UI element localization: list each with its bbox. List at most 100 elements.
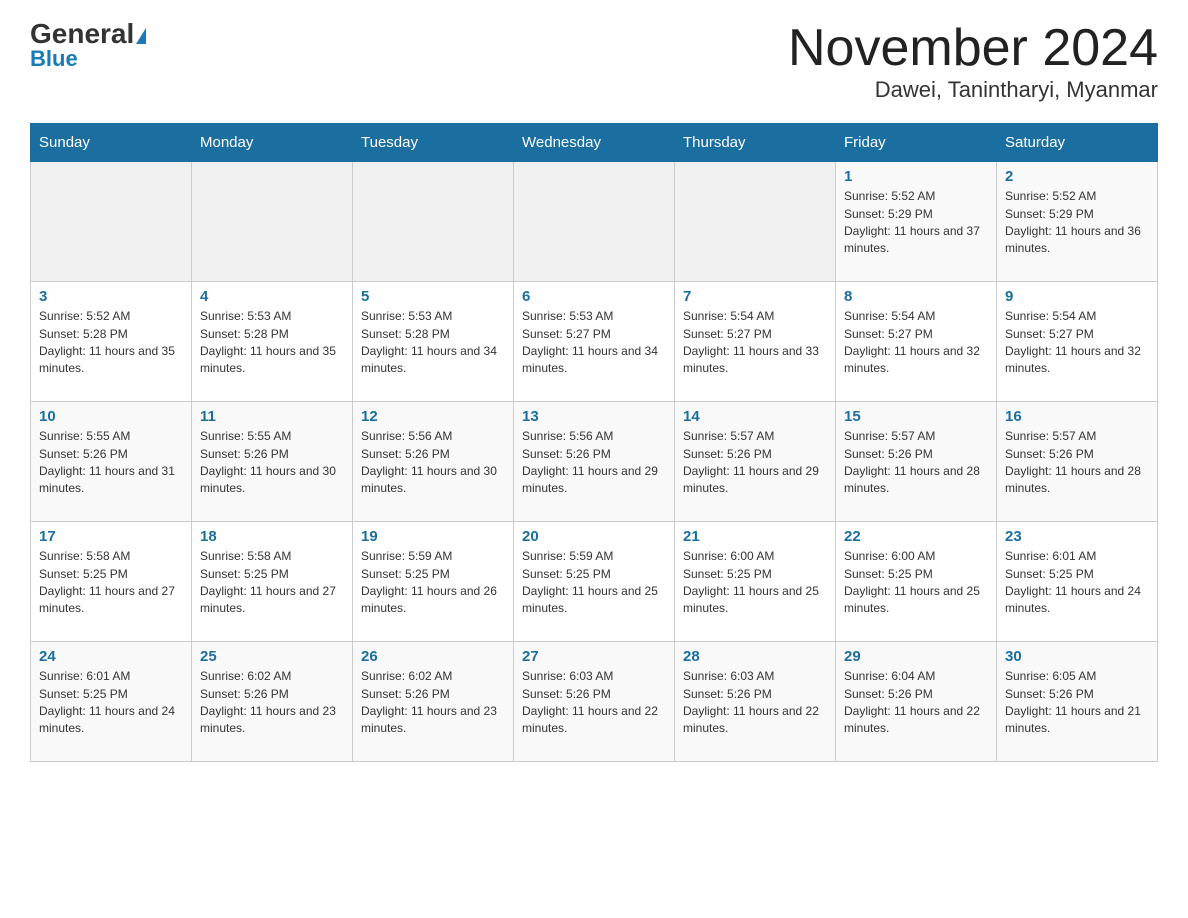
- day-number: 29: [844, 648, 988, 665]
- day-info: Sunrise: 6:00 AMSunset: 5:25 PMDaylight:…: [844, 548, 988, 618]
- calendar-cell: 23Sunrise: 6:01 AMSunset: 5:25 PMDayligh…: [997, 522, 1158, 642]
- calendar-cell: 21 Sunrise: 6:00 AMSunset: 5:25 PMDayligh…: [675, 522, 836, 642]
- calendar-cell: 15 Sunrise: 5:57 AMSunset: 5:26 PMDayligh…: [836, 402, 997, 522]
- calendar-table: SundayMondayTuesdayWednesdayThursdayFrid…: [30, 123, 1158, 762]
- day-info: Sunrise: 5:57 AMSunset: 5:26 PMDaylight:…: [1005, 428, 1149, 498]
- day-number: 9: [1005, 288, 1149, 305]
- calendar-cell: [675, 162, 836, 282]
- day-info: Sunrise: 5:55 AMSunset: 5:26 PMDaylight:…: [39, 428, 183, 498]
- day-info: Sunrise: 5:54 AMSunset: 5:27 PMDaylight:…: [1005, 308, 1149, 378]
- calendar-cell: [353, 162, 514, 282]
- day-info: Sunrise: 5:52 AMSunset: 5:29 PMDaylight:…: [1005, 188, 1149, 258]
- calendar-cell: 17Sunrise: 5:58 AMSunset: 5:25 PMDayligh…: [31, 522, 192, 642]
- day-info: Sunrise: 5:59 AMSunset: 5:25 PMDaylight:…: [522, 548, 666, 618]
- day-number: 6: [522, 288, 666, 305]
- day-number: 27: [522, 648, 666, 665]
- calendar-cell: 14 Sunrise: 5:57 AMSunset: 5:26 PMDayligh…: [675, 402, 836, 522]
- calendar-header-row: SundayMondayTuesdayWednesdayThursdayFrid…: [31, 124, 1158, 162]
- day-number: 21: [683, 528, 827, 545]
- day-info: Sunrise: 5:54 AMSunset: 5:27 PMDaylight:…: [844, 308, 988, 378]
- day-number: 3: [39, 288, 183, 305]
- day-number: 20: [522, 528, 666, 545]
- header-day-sunday: Sunday: [31, 124, 192, 162]
- day-number: 16: [1005, 408, 1149, 425]
- day-number: 28: [683, 648, 827, 665]
- calendar-cell: 18 Sunrise: 5:58 AMSunset: 5:25 PMDayligh…: [192, 522, 353, 642]
- day-number: 15: [844, 408, 988, 425]
- day-number: 2: [1005, 168, 1149, 185]
- day-info: Sunrise: 5:53 AMSunset: 5:28 PMDaylight:…: [200, 308, 344, 378]
- calendar-cell: 7 Sunrise: 5:54 AMSunset: 5:27 PMDaylight…: [675, 282, 836, 402]
- day-number: 7: [683, 288, 827, 305]
- calendar-cell: 5 Sunrise: 5:53 AMSunset: 5:28 PMDaylight…: [353, 282, 514, 402]
- logo: General Blue: [30, 20, 146, 72]
- calendar-cell: [192, 162, 353, 282]
- calendar-cell: 26 Sunrise: 6:02 AMSunset: 5:26 PMDayligh…: [353, 642, 514, 762]
- calendar-cell: 13 Sunrise: 5:56 AMSunset: 5:26 PMDayligh…: [514, 402, 675, 522]
- calendar-cell: 3 Sunrise: 5:52 AMSunset: 5:28 PMDaylight…: [31, 282, 192, 402]
- day-info: Sunrise: 6:01 AMSunset: 5:25 PMDaylight:…: [1005, 548, 1149, 618]
- day-info: Sunrise: 6:02 AMSunset: 5:26 PMDaylight:…: [361, 668, 505, 738]
- calendar-week-4: 17Sunrise: 5:58 AMSunset: 5:25 PMDayligh…: [31, 522, 1158, 642]
- day-info: Sunrise: 5:58 AMSunset: 5:25 PMDaylight:…: [200, 548, 344, 618]
- calendar-cell: 16 Sunrise: 5:57 AMSunset: 5:26 PMDayligh…: [997, 402, 1158, 522]
- calendar-week-5: 24Sunrise: 6:01 AMSunset: 5:25 PMDayligh…: [31, 642, 1158, 762]
- day-info: Sunrise: 5:56 AMSunset: 5:26 PMDaylight:…: [361, 428, 505, 498]
- calendar-cell: 9 Sunrise: 5:54 AMSunset: 5:27 PMDaylight…: [997, 282, 1158, 402]
- day-number: 30: [1005, 648, 1149, 665]
- day-number: 1: [844, 168, 988, 185]
- calendar-cell: 2 Sunrise: 5:52 AMSunset: 5:29 PMDaylight…: [997, 162, 1158, 282]
- calendar-cell: [514, 162, 675, 282]
- day-info: Sunrise: 6:05 AMSunset: 5:26 PMDaylight:…: [1005, 668, 1149, 738]
- calendar-cell: 29Sunrise: 6:04 AMSunset: 5:26 PMDayligh…: [836, 642, 997, 762]
- page-header: General Blue November 2024 Dawei, Tanint…: [30, 20, 1158, 103]
- day-number: 26: [361, 648, 505, 665]
- calendar-cell: 30 Sunrise: 6:05 AMSunset: 5:26 PMDayligh…: [997, 642, 1158, 762]
- calendar-cell: 28Sunrise: 6:03 AMSunset: 5:26 PMDayligh…: [675, 642, 836, 762]
- day-info: Sunrise: 5:57 AMSunset: 5:26 PMDaylight:…: [683, 428, 827, 498]
- day-info: Sunrise: 5:55 AMSunset: 5:26 PMDaylight:…: [200, 428, 344, 498]
- day-info: Sunrise: 6:00 AMSunset: 5:25 PMDaylight:…: [683, 548, 827, 618]
- calendar-cell: 27 Sunrise: 6:03 AMSunset: 5:26 PMDayligh…: [514, 642, 675, 762]
- day-number: 12: [361, 408, 505, 425]
- day-info: Sunrise: 5:56 AMSunset: 5:26 PMDaylight:…: [522, 428, 666, 498]
- day-number: 13: [522, 408, 666, 425]
- day-number: 18: [200, 528, 344, 545]
- calendar-cell: 4 Sunrise: 5:53 AMSunset: 5:28 PMDaylight…: [192, 282, 353, 402]
- day-number: 25: [200, 648, 344, 665]
- day-number: 4: [200, 288, 344, 305]
- day-info: Sunrise: 5:59 AMSunset: 5:25 PMDaylight:…: [361, 548, 505, 618]
- day-number: 19: [361, 528, 505, 545]
- day-info: Sunrise: 5:53 AMSunset: 5:27 PMDaylight:…: [522, 308, 666, 378]
- calendar-cell: 8Sunrise: 5:54 AMSunset: 5:27 PMDaylight…: [836, 282, 997, 402]
- day-info: Sunrise: 6:03 AMSunset: 5:26 PMDaylight:…: [522, 668, 666, 738]
- calendar-cell: 24Sunrise: 6:01 AMSunset: 5:25 PMDayligh…: [31, 642, 192, 762]
- calendar-subtitle: Dawei, Tanintharyi, Myanmar: [788, 77, 1158, 103]
- calendar-cell: 1 Sunrise: 5:52 AMSunset: 5:29 PMDaylight…: [836, 162, 997, 282]
- calendar-cell: 11 Sunrise: 5:55 AMSunset: 5:26 PMDayligh…: [192, 402, 353, 522]
- logo-blue: Blue: [30, 46, 78, 72]
- day-number: 22: [844, 528, 988, 545]
- calendar-cell: 12 Sunrise: 5:56 AMSunset: 5:26 PMDayligh…: [353, 402, 514, 522]
- calendar-week-2: 3 Sunrise: 5:52 AMSunset: 5:28 PMDaylight…: [31, 282, 1158, 402]
- header-day-saturday: Saturday: [997, 124, 1158, 162]
- day-info: Sunrise: 5:52 AMSunset: 5:29 PMDaylight:…: [844, 188, 988, 258]
- day-info: Sunrise: 5:53 AMSunset: 5:28 PMDaylight:…: [361, 308, 505, 378]
- day-number: 14: [683, 408, 827, 425]
- header-day-friday: Friday: [836, 124, 997, 162]
- calendar-title: November 2024: [788, 20, 1158, 77]
- header-day-tuesday: Tuesday: [353, 124, 514, 162]
- calendar-cell: 22 Sunrise: 6:00 AMSunset: 5:25 PMDayligh…: [836, 522, 997, 642]
- calendar-cell: [31, 162, 192, 282]
- day-number: 11: [200, 408, 344, 425]
- day-info: Sunrise: 5:54 AMSunset: 5:27 PMDaylight:…: [683, 308, 827, 378]
- day-number: 10: [39, 408, 183, 425]
- header-day-wednesday: Wednesday: [514, 124, 675, 162]
- day-info: Sunrise: 5:52 AMSunset: 5:28 PMDaylight:…: [39, 308, 183, 378]
- day-number: 5: [361, 288, 505, 305]
- calendar-week-3: 10 Sunrise: 5:55 AMSunset: 5:26 PMDayligh…: [31, 402, 1158, 522]
- calendar-cell: 20 Sunrise: 5:59 AMSunset: 5:25 PMDayligh…: [514, 522, 675, 642]
- calendar-cell: 25Sunrise: 6:02 AMSunset: 5:26 PMDayligh…: [192, 642, 353, 762]
- day-number: 24: [39, 648, 183, 665]
- day-info: Sunrise: 5:57 AMSunset: 5:26 PMDaylight:…: [844, 428, 988, 498]
